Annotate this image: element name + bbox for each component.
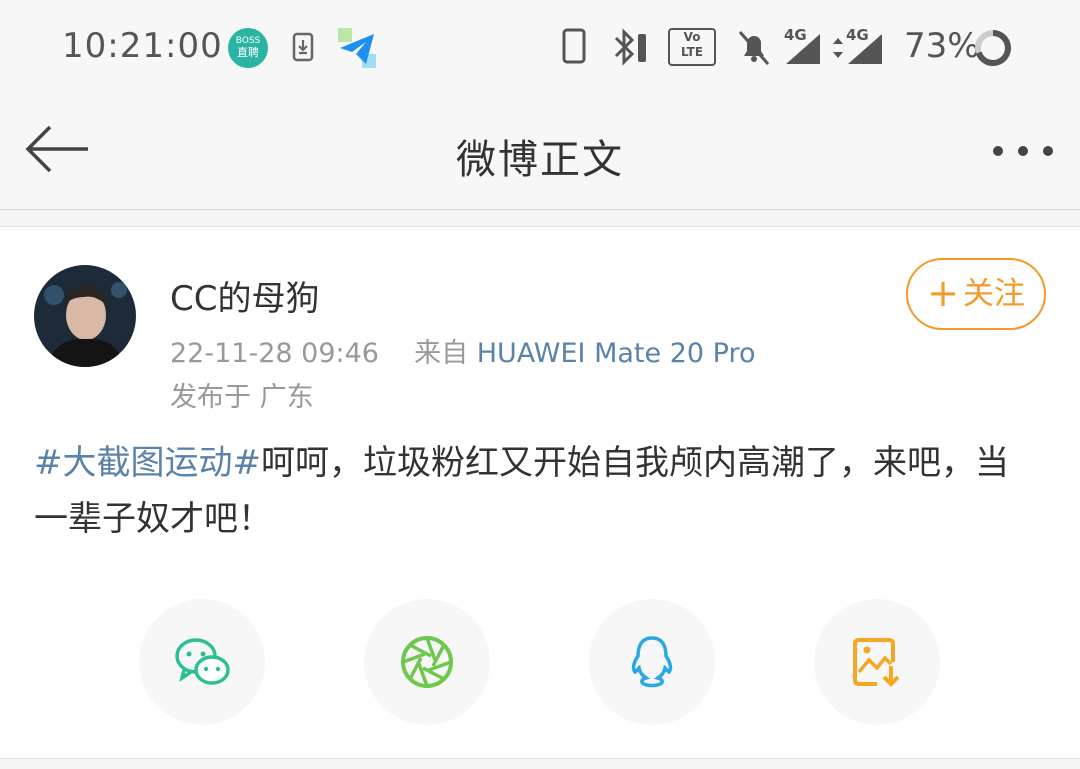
- post-location: 发布于 广东: [170, 382, 314, 413]
- status-bar: 10:21:00 BOSS 直聘 Vo LTE 4G 4G 73%: [0, 0, 1080, 95]
- post-time: 22-11-28 09:46: [170, 338, 379, 369]
- nav-bar: 微博正文: [0, 95, 1080, 210]
- data-arrows-icon: [833, 38, 843, 58]
- more-dots-icon[interactable]: [988, 143, 1058, 159]
- post-meta: 22-11-28 09:46 来自 HUAWEI Mate 20 Pro: [170, 331, 756, 370]
- share-wechat-button[interactable]: [139, 599, 265, 725]
- bluetooth-icon: [614, 28, 646, 66]
- username[interactable]: CC的母狗: [170, 271, 319, 320]
- signal-icon-2: [848, 34, 882, 64]
- source-device[interactable]: HUAWEI Mate 20 Pro: [477, 338, 756, 369]
- save-image-icon: [853, 638, 900, 687]
- save-image-button[interactable]: [814, 599, 940, 725]
- topic-link[interactable]: #大截图运动#: [34, 443, 261, 483]
- phone-icon: [562, 28, 586, 64]
- share-moments-button[interactable]: [364, 599, 490, 725]
- qq-penguin-icon: [631, 636, 673, 688]
- wechat-icon: [175, 638, 230, 685]
- battery-icon: [975, 30, 1011, 66]
- status-clock: 10:21:00: [62, 26, 223, 66]
- boss-zhipin-icon: BOSS 直聘: [228, 28, 268, 68]
- volte-bottom: LTE: [680, 45, 704, 59]
- volte-top: Vo: [683, 30, 701, 44]
- download-icon: [292, 32, 314, 62]
- source-prefix: 来自: [414, 338, 469, 369]
- page-title: 微博正文: [456, 137, 624, 183]
- battery-percent: 73%: [904, 26, 980, 66]
- signal-icon: [786, 34, 820, 64]
- post-card: CC的母狗 22-11-28 09:46 来自 HUAWEI Mate 20 P…: [0, 226, 1080, 759]
- boss-label-bottom: 直聘: [237, 46, 259, 59]
- share-row: [0, 599, 1080, 725]
- plus-icon: +: [927, 271, 959, 315]
- avatar[interactable]: [34, 265, 136, 367]
- avatar-image: [34, 265, 136, 367]
- paper-plane-icon: [338, 28, 376, 68]
- moments-aperture-icon: [401, 636, 453, 688]
- follow-label: 关注: [962, 276, 1025, 312]
- post-text: #大截图运动#呵呵，垃圾粉红又开始自我颅内高潮了，来吧，当一辈子奴才吧！: [34, 435, 1034, 547]
- mute-icon: [738, 31, 770, 65]
- volte-icon: Vo LTE: [668, 28, 716, 66]
- follow-button[interactable]: + 关注: [906, 258, 1046, 330]
- share-qq-button[interactable]: [589, 599, 715, 725]
